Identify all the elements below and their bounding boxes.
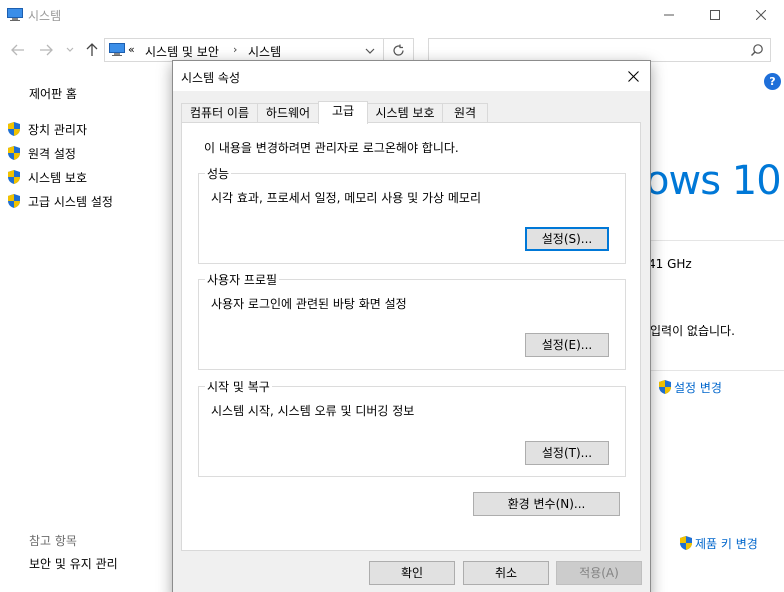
sidebar-item-remote-settings[interactable]: 원격 설정 [6,143,76,163]
admin-note: 이 내용을 변경하려면 관리자로 로그온해야 합니다. [204,141,459,155]
sidebar-item-label: 원격 설정 [28,146,76,161]
close-icon [627,70,639,82]
address-bar[interactable]: « 시스템 및 보안 › 시스템 [104,38,384,62]
advanced-tab-panel: 이 내용을 변경하려면 관리자로 로그온해야 합니다. 성능 시각 효과, 프로… [181,122,641,551]
tab-hardware[interactable]: 하드웨어 [257,103,319,123]
uac-shield-icon [659,380,671,394]
uac-shield-icon [8,146,20,160]
back-button[interactable] [10,42,26,58]
uac-shield-icon [8,122,20,136]
windows-10-logo-text: ows 10 [645,158,782,204]
breadcrumb-item[interactable]: 시스템 [248,43,281,60]
sidebar-item-system-protection[interactable]: 시스템 보호 [6,167,87,187]
startup-recovery-group: 시작 및 복구 시스템 시작, 시스템 오류 및 디버깅 정보 설정(T)... [198,378,626,477]
sidebar-item-label: 장치 관리자 [28,122,88,137]
breadcrumb-overflow[interactable]: « [128,43,135,56]
dialog-close-button[interactable] [616,61,650,91]
group-description: 시각 효과, 프로세서 일정, 메모리 사용 및 가상 메모리 [211,191,481,205]
security-maintenance-link[interactable]: 보안 및 유지 관리 [29,555,118,572]
tab-computer-name[interactable]: 컴퓨터 이름 [181,103,258,123]
change-settings-link[interactable]: 설정 변경 [657,378,722,396]
chevron-down-icon [66,47,74,52]
sidebar-item-label: 고급 시스템 설정 [28,194,113,209]
group-description: 시스템 시작, 시스템 오류 및 디버깅 정보 [211,404,415,418]
group-title: 사용자 프로필 [205,271,280,288]
performance-settings-button[interactable]: 설정(S)... [525,227,609,251]
dialog-title: 시스템 속성 [181,71,241,85]
arrow-left-icon [11,44,24,56]
close-button[interactable] [738,0,784,30]
sidebar-item-device-manager[interactable]: 장치 관리자 [6,119,87,139]
up-button[interactable] [84,42,100,58]
chevron-down-icon[interactable] [363,44,377,58]
section-divider [640,370,784,371]
forward-button[interactable] [38,42,54,58]
group-description: 사용자 로그인에 관련된 바탕 화면 설정 [211,297,407,311]
see-also-heading: 참고 항목 [29,534,77,548]
tab-system-protection[interactable]: 시스템 보호 [367,103,443,123]
environment-variables-button[interactable]: 환경 변수(N)... [473,492,620,516]
pen-touch-text: 입력이 없습니다. [650,324,735,338]
sidebar-item-advanced-settings[interactable]: 고급 시스템 설정 [6,191,113,211]
breadcrumb-item[interactable]: 시스템 및 보안 [145,43,219,60]
maximize-icon [710,10,720,20]
dialog-titlebar: 시스템 속성 [173,61,650,91]
maximize-button[interactable] [692,0,738,30]
minimize-icon [664,14,674,16]
close-icon [756,10,766,20]
recent-locations-button[interactable] [62,42,78,58]
group-title: 시작 및 복구 [205,378,272,395]
tab-advanced[interactable]: 고급 [318,101,368,124]
processor-speed-text: 41 GHz [648,257,692,271]
change-settings-label: 설정 변경 [674,380,722,395]
system-properties-dialog: 시스템 속성 컴퓨터 이름 하드웨어 고급 시스템 보호 원격 이 내용을 변경… [172,60,651,592]
refresh-button[interactable] [384,38,414,62]
user-profiles-settings-button[interactable]: 설정(E)... [525,333,609,357]
user-profiles-group: 사용자 프로필 사용자 로그인에 관련된 바탕 화면 설정 설정(E)... [198,271,626,370]
sidebar-item-label: 시스템 보호 [28,170,88,185]
arrow-up-icon [86,43,98,56]
apply-button[interactable]: 적용(A) [556,561,642,585]
ok-button[interactable]: 확인 [369,561,455,585]
search-input[interactable] [428,38,771,62]
help-icon[interactable]: ? [764,73,781,90]
minimize-button[interactable] [646,0,692,30]
section-divider [640,240,784,241]
uac-shield-icon [8,194,20,208]
control-panel-home-link[interactable]: 제어판 홈 [29,85,77,102]
tab-remote[interactable]: 원격 [442,103,488,123]
cancel-button[interactable]: 취소 [463,561,549,585]
uac-shield-icon [8,170,20,184]
startup-recovery-settings-button[interactable]: 설정(T)... [525,441,609,465]
system-monitor-icon [7,8,23,21]
window-title: 시스템 [28,9,62,23]
search-icon [751,44,763,56]
change-product-key-link[interactable]: 제품 키 변경 [678,534,758,552]
breadcrumb-separator[interactable]: › [233,43,237,56]
group-title: 성능 [205,165,232,182]
window-titlebar: 시스템 [0,0,784,30]
refresh-icon [393,44,404,56]
change-product-key-label: 제품 키 변경 [695,536,758,551]
performance-group: 성능 시각 효과, 프로세서 일정, 메모리 사용 및 가상 메모리 설정(S)… [198,165,626,264]
uac-shield-icon [680,536,692,550]
arrow-right-icon [40,44,53,56]
system-monitor-icon [109,43,125,56]
